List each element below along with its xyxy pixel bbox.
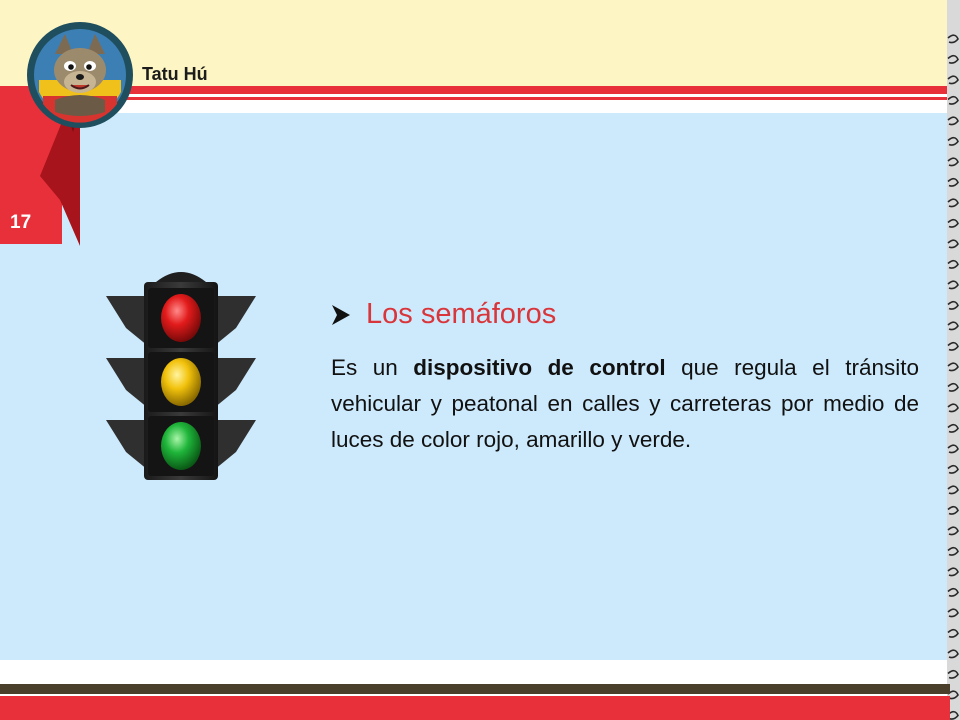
footer-red-stripe (0, 696, 950, 720)
definition-paragraph: Es un dispositivo de control que regula … (331, 350, 919, 458)
footer-dark-stripe (0, 684, 950, 694)
page-number: 17 (10, 212, 32, 233)
bookmark-ribbon (40, 112, 80, 246)
brand-name: Tatu Hú (142, 64, 208, 84)
section-heading: Los semáforos (332, 298, 556, 331)
paragraph-bold: dispositivo de control (413, 355, 666, 380)
spiral-binding (947, 0, 960, 720)
header-red-thin-line (0, 97, 950, 100)
header-red-line (0, 86, 950, 94)
heading-text: Los semáforos (366, 298, 557, 330)
arrowhead-bullet-icon (332, 304, 350, 325)
traffic-light-icon (106, 272, 256, 480)
tatu-mascot-logo-icon (27, 22, 133, 128)
paragraph-lead: Es un (331, 355, 414, 380)
